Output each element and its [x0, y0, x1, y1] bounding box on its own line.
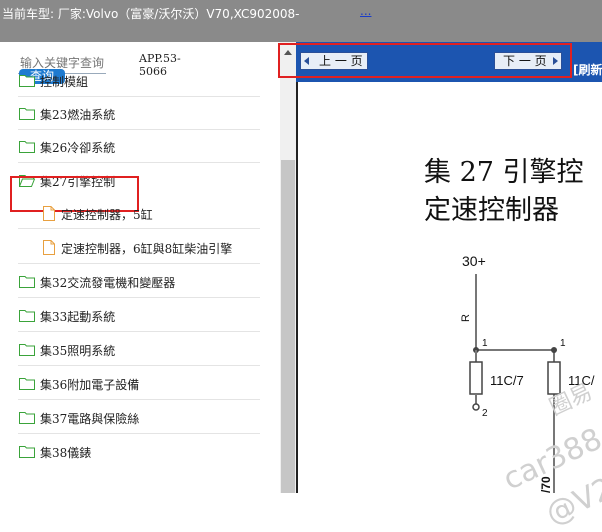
tree-item[interactable]: 集36附加電子設備 [0, 367, 278, 400]
divider [18, 228, 260, 229]
wiring-diagram: 30+ R 1 1 2 11C/7 11C/ /70 [460, 253, 595, 493]
diagram-page: 集 27 引擎控 定速控制器 30+ R 1 1 2 11C/7 11C/ /7… [296, 82, 602, 532]
tree-item-label: 定速控制器，6缸與8缸柴油引擎 [61, 242, 233, 256]
divider [18, 297, 260, 298]
tree-item[interactable]: 定速控制器，6缸與8缸柴油引擎 [0, 231, 278, 264]
tree-item-label: 集33起動系統 [40, 310, 116, 324]
junction-dot [551, 347, 557, 353]
supply-label: 30+ [462, 253, 486, 269]
tree-item[interactable]: 控制模組 [0, 74, 278, 97]
document-icon [43, 206, 55, 221]
document-icon [43, 240, 55, 255]
terminal [472, 403, 480, 411]
tree-item[interactable]: 定速控制器，5缸 [0, 196, 278, 229]
divider [18, 162, 260, 163]
connector-a [469, 361, 483, 395]
refresh-link[interactable]: [刷新 [573, 61, 602, 78]
search-input[interactable] [20, 56, 104, 70]
connector-a-label: 11C/7 [490, 373, 524, 388]
tree-scrollbar[interactable] [280, 42, 296, 493]
tree-item-label: 集26冷卻系統 [40, 141, 116, 155]
tree-item-label: 集38儀錶 [40, 446, 92, 460]
folder-icon [19, 378, 35, 390]
tree-item-label: 集35照明系統 [40, 344, 116, 358]
pin-label: 1 [482, 338, 488, 349]
tree-item-label: 定速控制器，5缸 [61, 208, 153, 222]
vehicle-title: 当前车型: 厂家:Volvo（富豪/沃尔沃）V70,XC902008- [2, 7, 300, 21]
document-panel: 上 一 页 下 一 页 [刷新 集 27 引擎控 定速控制器 30+ R 1 1… [278, 42, 602, 532]
more-link[interactable]: ... [360, 4, 371, 18]
folder-icon [19, 75, 35, 87]
divider [18, 399, 260, 400]
folder-icon [19, 446, 35, 458]
title-bar: 当前车型: 厂家:Volvo（富豪/沃尔沃）V70,XC902008- ... [0, 0, 602, 42]
tree-item[interactable]: 集32交流發電機和變壓器 [0, 265, 278, 298]
divider [18, 331, 260, 332]
tree-item-label: 集32交流發電機和變壓器 [40, 276, 176, 290]
left-panel: 查询 APP.53-5066 控制模組 集23燃油系統 集26冷卻系統 集27引… [0, 42, 296, 493]
divider [18, 433, 260, 434]
highlight-box [278, 43, 572, 78]
tree-item-label: 集36附加電子設備 [40, 378, 140, 392]
tree-item-label: 集37電路與保險絲 [40, 412, 140, 426]
divider [18, 263, 260, 264]
folder-icon [19, 108, 35, 120]
tree-item-label: 控制模組 [40, 75, 89, 89]
tree-item[interactable]: 集38儀錶 [0, 435, 278, 468]
wire-color-label: R [460, 314, 472, 322]
folder-icon [19, 141, 35, 153]
folder-icon [19, 310, 35, 322]
folder-icon [19, 412, 35, 424]
tree-item-label: 集23燃油系統 [40, 108, 116, 122]
pin-label: 2 [482, 408, 488, 419]
pin-label: 1 [560, 338, 566, 349]
tree-item[interactable]: 集33起動系統 [0, 299, 278, 332]
folder-icon [19, 344, 35, 356]
tree-item[interactable]: 集23燃油系統 [0, 97, 278, 130]
folder-icon [19, 276, 35, 288]
tree-item[interactable]: 集37電路與保險絲 [0, 401, 278, 434]
tree-item[interactable]: 集35照明系統 [0, 333, 278, 366]
scroll-thumb[interactable] [281, 160, 295, 493]
divider [18, 365, 260, 366]
tree-item[interactable]: 集26冷卻系統 [0, 130, 278, 163]
